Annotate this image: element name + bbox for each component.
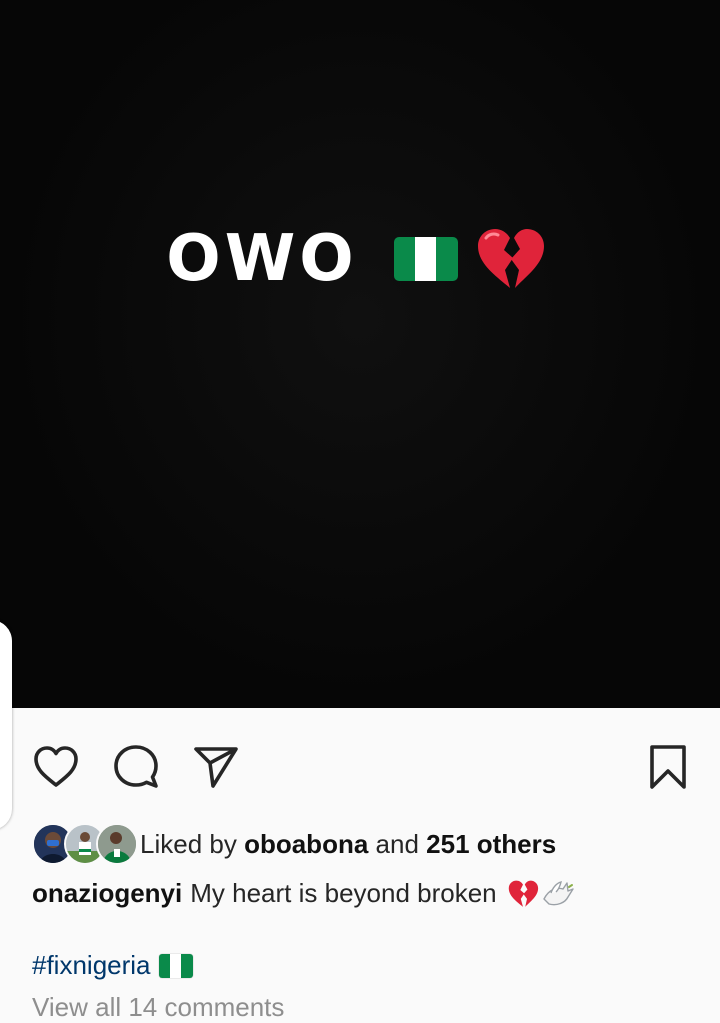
- post-action-bar: [0, 742, 720, 792]
- heart-outline-icon: [34, 746, 78, 787]
- comment-button[interactable]: [111, 742, 161, 792]
- nigeria-flag-icon: [393, 237, 458, 281]
- likes-text: Liked by oboabona and 251 others: [140, 829, 556, 860]
- avatar: [96, 823, 138, 865]
- save-button[interactable]: [643, 742, 693, 792]
- likes-summary[interactable]: Liked by oboabona and 251 others: [32, 822, 556, 866]
- likes-others-count[interactable]: 251 others: [426, 829, 556, 859]
- paper-plane-icon: [194, 747, 238, 788]
- liker-username[interactable]: oboabona: [244, 829, 368, 859]
- post-image[interactable]: OWO: [0, 0, 720, 708]
- post-image-text: OWO: [166, 222, 358, 296]
- caption-hashtags: #fixnigeria: [32, 950, 193, 981]
- caption-username[interactable]: onaziogenyi: [32, 878, 182, 909]
- edge-panel-handle[interactable]: [0, 620, 12, 830]
- likes-connector: and: [375, 828, 419, 859]
- view-all-comments-link[interactable]: View all 14 comments: [32, 992, 284, 1023]
- like-button[interactable]: [31, 742, 81, 792]
- dove-icon: [542, 880, 574, 905]
- post-caption: onaziogenyi My heart is beyond broken: [32, 878, 575, 909]
- likes-prefix: Liked by: [140, 828, 237, 859]
- bookmark-icon: [650, 745, 686, 789]
- comment-bubble-icon: [114, 745, 158, 788]
- liker-avatars: [32, 823, 138, 865]
- hashtag-link[interactable]: #fixnigeria: [32, 950, 151, 981]
- share-button[interactable]: [191, 742, 241, 792]
- post-image-content: OWO: [0, 214, 720, 304]
- broken-heart-icon: [508, 880, 538, 907]
- broken-heart-icon: [477, 229, 544, 288]
- nigeria-flag-icon: [158, 953, 193, 978]
- caption-text: My heart is beyond broken: [190, 878, 497, 908]
